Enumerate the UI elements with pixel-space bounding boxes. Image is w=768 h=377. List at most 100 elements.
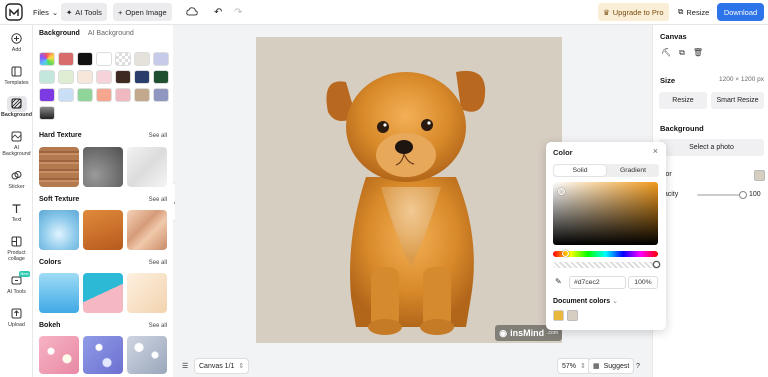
hue-slider[interactable] bbox=[553, 250, 658, 257]
background-color-swatch[interactable] bbox=[58, 52, 74, 66]
select-photo-button[interactable]: Select a photo bbox=[659, 139, 764, 156]
templates-icon bbox=[7, 64, 27, 80]
size-label: Size bbox=[660, 76, 676, 85]
soft-texture-see-all[interactable]: See all bbox=[149, 197, 167, 203]
opacity-slider[interactable] bbox=[697, 191, 747, 199]
background-color-swatch[interactable] bbox=[77, 70, 93, 84]
texture-concrete-thumb[interactable] bbox=[83, 147, 123, 187]
redo-icon[interactable]: ↷ bbox=[229, 3, 247, 21]
bokeh-see-all[interactable]: See all bbox=[149, 323, 167, 329]
alpha-input[interactable]: 100% bbox=[628, 276, 658, 289]
background-color-swatch[interactable] bbox=[96, 88, 112, 102]
background-color-swatch[interactable] bbox=[39, 52, 55, 66]
background-color-swatch[interactable] bbox=[115, 88, 131, 102]
alpha-slider[interactable] bbox=[553, 261, 660, 268]
close-icon[interactable]: × bbox=[653, 146, 658, 156]
texture-silk-thumb[interactable] bbox=[127, 210, 167, 250]
background-color-swatch[interactable] bbox=[153, 52, 169, 66]
app-logo[interactable] bbox=[4, 2, 24, 22]
colors-see-all[interactable]: See all bbox=[149, 260, 167, 266]
background-color-swatch[interactable] bbox=[115, 52, 131, 66]
background-color-swatch[interactable] bbox=[96, 52, 112, 66]
upload-icon bbox=[7, 306, 27, 322]
tab-gradient[interactable]: Gradient bbox=[607, 164, 659, 177]
background-color-swatch[interactable] bbox=[39, 70, 55, 84]
download-button[interactable]: Download bbox=[717, 3, 764, 21]
tab-solid[interactable]: Solid bbox=[554, 165, 606, 176]
background-color-swatch[interactable] bbox=[134, 70, 150, 84]
hex-input[interactable]: #d7cec2 bbox=[569, 276, 626, 289]
document-color-swatch[interactable] bbox=[567, 310, 578, 321]
suggest-button[interactable]: ▦ Suggest bbox=[588, 358, 635, 374]
layers-icon: ☰ bbox=[182, 363, 189, 370]
color-split-thumb[interactable] bbox=[83, 273, 123, 313]
texture-water-thumb[interactable] bbox=[39, 210, 79, 250]
bokeh-pink-thumb[interactable] bbox=[39, 336, 79, 374]
nav-sticker[interactable]: Sticker bbox=[0, 168, 33, 190]
background-color-swatch[interactable] bbox=[134, 52, 150, 66]
background-color-swatch[interactable] bbox=[39, 106, 55, 120]
upgrade-button[interactable]: ♛ Upgrade to Pro bbox=[598, 3, 669, 21]
tab-ai-background[interactable]: AI Background bbox=[88, 30, 134, 37]
resize-button[interactable]: ⧉ Resize bbox=[673, 3, 714, 21]
layers-button[interactable]: ☰ bbox=[178, 358, 192, 374]
background-color-swatch[interactable] bbox=[153, 70, 169, 84]
nav-upload[interactable]: Upload bbox=[0, 306, 33, 328]
nav-add[interactable]: Add bbox=[0, 31, 33, 53]
nav-product-collage[interactable]: Product collage bbox=[0, 234, 33, 262]
background-color-swatch[interactable] bbox=[39, 88, 55, 102]
bokeh-purple-thumb[interactable] bbox=[83, 336, 123, 374]
texture-marble-thumb[interactable] bbox=[127, 147, 167, 187]
hue-knob[interactable] bbox=[562, 250, 569, 257]
smart-resize-button[interactable]: Smart Resize bbox=[711, 92, 764, 109]
duplicate-icon[interactable]: ⧉ bbox=[679, 48, 685, 58]
cloud-save-icon[interactable] bbox=[181, 3, 203, 21]
bg-color-swatch[interactable] bbox=[754, 170, 765, 181]
texture-wood-thumb[interactable] bbox=[39, 147, 79, 187]
nav-background[interactable]: Background bbox=[0, 96, 33, 118]
nav-ai-tools[interactable]: New AI Tools bbox=[0, 271, 33, 295]
alpha-knob[interactable] bbox=[653, 261, 660, 268]
design-canvas[interactable]: ◉ insMind .com bbox=[256, 37, 562, 343]
ai-tools-button[interactable]: ✦ AI Tools bbox=[61, 3, 107, 21]
texture-leather-thumb[interactable] bbox=[83, 210, 123, 250]
nav-text[interactable]: Text bbox=[0, 201, 33, 223]
dog-image[interactable] bbox=[256, 37, 562, 343]
opacity-slider-knob[interactable] bbox=[739, 191, 747, 199]
background-color-swatch[interactable] bbox=[58, 88, 74, 102]
files-menu[interactable]: Files ⌄ bbox=[28, 3, 63, 21]
bokeh-heading: Bokeh bbox=[39, 322, 61, 329]
saturation-picker[interactable] bbox=[553, 182, 658, 245]
nav-templates[interactable]: Templates bbox=[0, 64, 33, 86]
color-cream-thumb[interactable] bbox=[127, 273, 167, 313]
document-color-swatch[interactable] bbox=[553, 310, 564, 321]
background-color-swatch[interactable] bbox=[77, 52, 93, 66]
background-color-swatch[interactable] bbox=[58, 70, 74, 84]
tab-background[interactable]: Background bbox=[39, 30, 80, 37]
background-color-swatch[interactable] bbox=[115, 70, 131, 84]
picker-knob[interactable] bbox=[558, 188, 565, 195]
nav-ai-background[interactable]: AI Background bbox=[0, 129, 33, 157]
zoom-value: 57% bbox=[562, 362, 577, 370]
undo-icon[interactable]: ↶ bbox=[209, 3, 227, 21]
background-color-swatch[interactable] bbox=[134, 88, 150, 102]
help-button[interactable]: ? bbox=[632, 358, 644, 374]
format-paint-icon[interactable]: ⛏ bbox=[661, 48, 671, 58]
opacity-value: 100 bbox=[749, 191, 761, 198]
background-color-swatch[interactable] bbox=[153, 88, 169, 102]
nav-label: Background bbox=[1, 112, 32, 118]
trash-icon[interactable]: 🗑 bbox=[693, 48, 703, 58]
bokeh-silver-thumb[interactable] bbox=[127, 336, 167, 374]
resize-canvas-button[interactable]: Resize bbox=[659, 92, 707, 109]
open-image-button[interactable]: + Open Image bbox=[113, 3, 172, 21]
hard-texture-see-all[interactable]: See all bbox=[149, 133, 167, 139]
eyedropper-icon[interactable]: ✎ bbox=[555, 277, 562, 286]
nav-label: Upload bbox=[8, 322, 25, 328]
canvas-pager[interactable]: Canvas 1/1 ⇕ bbox=[194, 358, 250, 374]
popup-title: Color bbox=[553, 148, 573, 157]
nav-label: Product collage bbox=[7, 250, 26, 262]
background-color-swatch[interactable] bbox=[77, 88, 93, 102]
background-color-swatch[interactable] bbox=[96, 70, 112, 84]
zoom-control[interactable]: 57% ⇕ bbox=[557, 358, 591, 374]
color-blue-thumb[interactable] bbox=[39, 273, 79, 313]
